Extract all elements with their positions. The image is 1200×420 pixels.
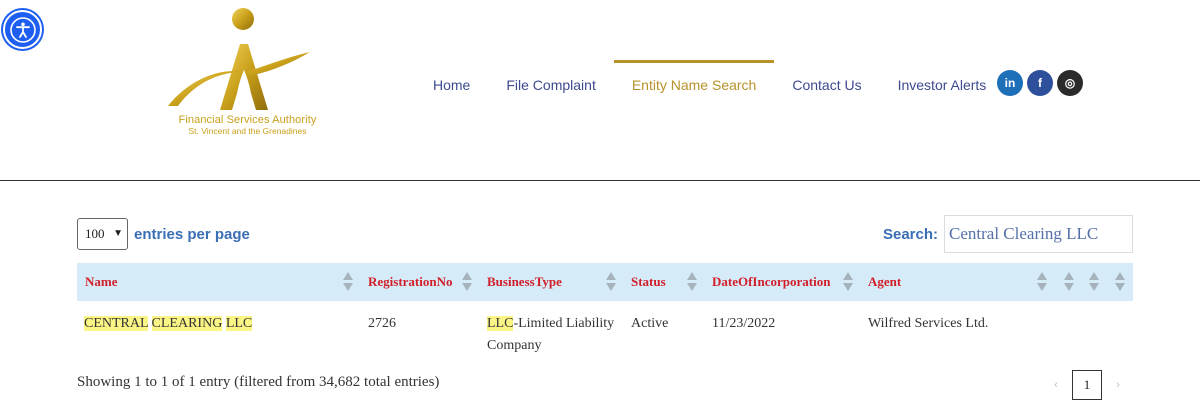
table-row[interactable]: CENTRAL CLEARING LLC 2726 LLC-Limited Li…	[77, 301, 1133, 357]
main-nav: Home File Complaint Entity Name Search C…	[415, 60, 1004, 106]
sort-icon[interactable]	[843, 272, 853, 292]
nav-entity-name-search[interactable]: Entity Name Search	[613, 60, 775, 106]
sort-icon[interactable]	[462, 272, 472, 292]
pagination: ‹ 1 ›	[1050, 370, 1124, 400]
cell-agent: Wilfred Services Ltd.	[868, 316, 989, 331]
cell-status: Active	[631, 316, 669, 331]
column-header-agent[interactable]: Agent	[868, 263, 901, 301]
facebook-icon[interactable]: f	[1027, 70, 1053, 96]
nav-investor-alerts[interactable]: Investor Alerts	[880, 60, 1005, 106]
linkedin-icon[interactable]: in	[997, 70, 1023, 96]
sort-icon[interactable]	[687, 272, 697, 292]
table-header: Name RegistrationNo BusinessType Status …	[77, 263, 1133, 301]
accessibility-icon	[9, 16, 36, 43]
nav-file-complaint[interactable]: File Complaint	[488, 60, 613, 106]
instagram-icon[interactable]: ◎	[1057, 70, 1083, 96]
entries-value: 100	[85, 226, 105, 241]
sort-icon[interactable]	[343, 272, 353, 292]
search-input[interactable]	[944, 215, 1133, 253]
entity-table: Name RegistrationNo BusinessType Status …	[77, 263, 1133, 357]
fsa-logo-icon	[168, 8, 310, 110]
accessibility-button[interactable]	[3, 10, 42, 49]
entries-per-page-select[interactable]: 100 ▼	[77, 218, 128, 250]
cell-date-of-incorporation: 11/23/2022	[712, 316, 776, 331]
sort-icon[interactable]	[606, 272, 616, 292]
entries-control: 100 ▼ entries per page	[77, 218, 250, 250]
search-control: Search:	[883, 215, 1133, 253]
column-header-status[interactable]: Status	[631, 263, 666, 301]
page-1-button[interactable]: 1	[1072, 370, 1102, 400]
next-page-button[interactable]: ›	[1112, 379, 1124, 391]
cell-name: CENTRAL CLEARING LLC	[84, 316, 253, 331]
column-header-registration-no[interactable]: RegistrationNo	[368, 263, 453, 301]
sort-icon[interactable]	[1037, 272, 1047, 292]
column-header-date-of-incorporation[interactable]: DateOfIncorporation	[712, 263, 830, 301]
nav-contact-us[interactable]: Contact Us	[774, 60, 879, 106]
sort-icon[interactable]	[1115, 272, 1125, 292]
sort-icon[interactable]	[1064, 272, 1074, 292]
header-divider	[0, 180, 1200, 181]
column-header-name[interactable]: Name	[85, 263, 118, 301]
table-info: Showing 1 to 1 of 1 entry (filtered from…	[77, 374, 440, 390]
cell-registration-no: 2726	[368, 316, 396, 331]
nav-home[interactable]: Home	[415, 60, 488, 106]
logo-subtitle: St. Vincent and the Grenadines	[188, 126, 307, 136]
search-label: Search:	[882, 225, 938, 243]
sort-icon[interactable]	[1089, 272, 1099, 292]
social-links: in f ◎	[997, 70, 1083, 96]
entries-label: entries per page	[134, 225, 250, 243]
site-logo[interactable]: Financial Services Authority St. Vincent…	[160, 6, 335, 140]
previous-page-button[interactable]: ‹	[1050, 379, 1062, 391]
cell-business-type: LLC-Limited Liability Company	[487, 316, 615, 353]
logo-title: Financial Services Authority	[178, 114, 317, 126]
column-header-business-type[interactable]: BusinessType	[487, 263, 562, 301]
chevron-down-icon: ▼	[113, 228, 123, 239]
